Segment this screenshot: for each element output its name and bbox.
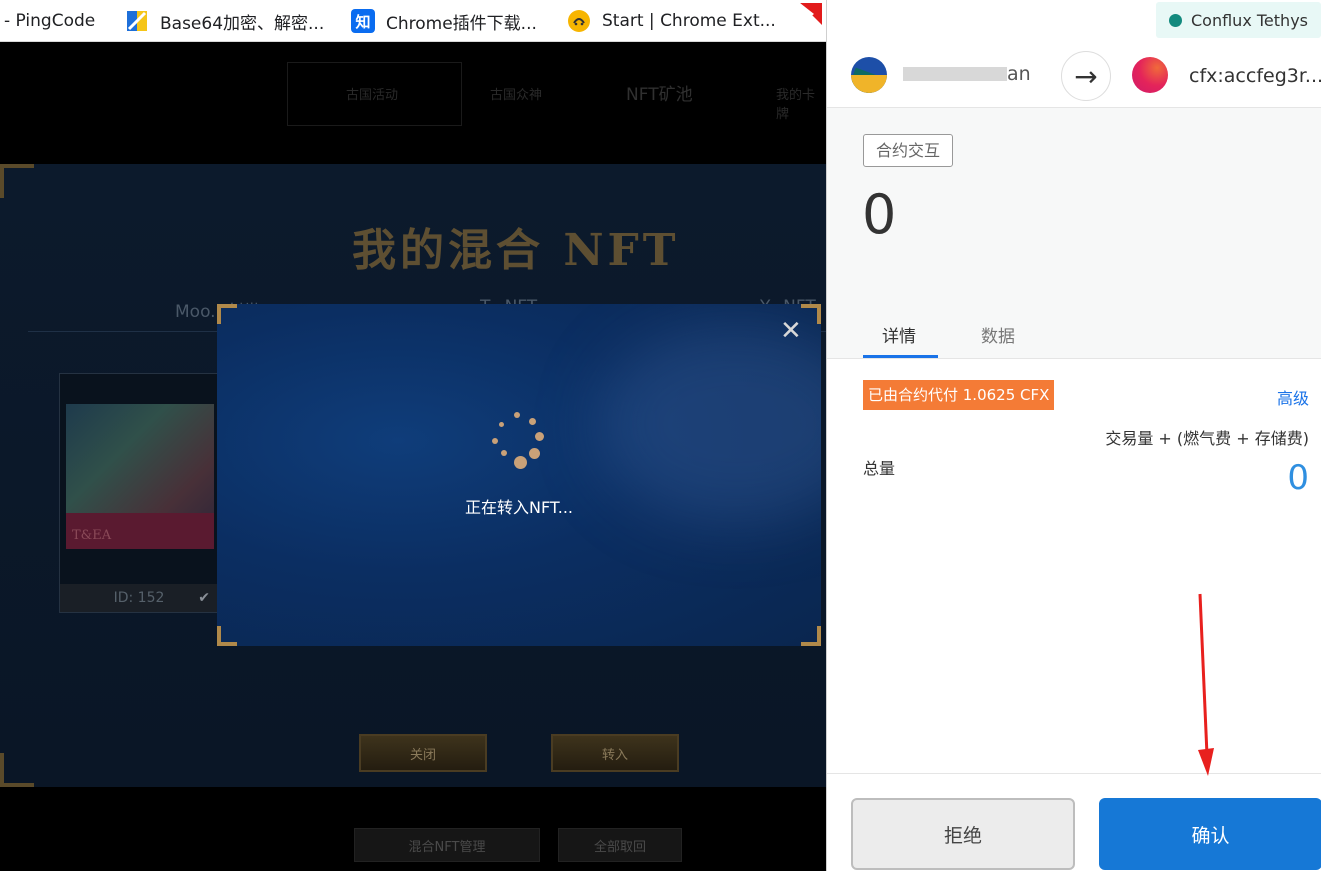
network-name: Conflux Tethys <box>1191 10 1308 30</box>
bookmark-chrome-plugins[interactable]: 知 Chrome插件下载... <box>351 0 537 42</box>
nft-id: ID: 152 <box>113 590 165 606</box>
annotation-arrow-icon <box>1198 593 1214 776</box>
sender-name-redacted <box>903 67 1007 81</box>
modal-corner <box>217 626 237 646</box>
transfer-modal: ✕ 正在转入NFT... <box>217 304 821 646</box>
game-page: 古国活动 古国众神 NFT矿池 我的卡牌 我的混合 NFT Moo...创世NF… <box>0 42 826 871</box>
bookmark-chrome-ext[interactable]: Start | Chrome Ext... <box>567 0 776 42</box>
sender-avatar <box>851 57 887 93</box>
total-label: 总量 <box>863 459 896 478</box>
modal-status: 正在转入NFT... <box>464 498 574 517</box>
close-icon[interactable]: ✕ <box>780 318 802 344</box>
recall-all-button[interactable]: 全部取回 <box>558 828 682 862</box>
recipient-avatar <box>1132 57 1168 93</box>
zhi-icon: 知 <box>351 9 375 33</box>
close-button[interactable]: 关闭 <box>359 734 487 772</box>
wallet-header: Conflux Tethys <box>827 0 1321 40</box>
wallet-footer: 拒绝 确认 <box>827 773 1321 871</box>
check-icon[interactable]: ✔ <box>198 590 210 606</box>
nft-card[interactable]: T&EA ID: 152 ✔ <box>59 373 219 613</box>
smiley-icon <box>567 9 591 33</box>
base64-icon <box>125 9 149 33</box>
bookmark-label: Chrome插件下载... <box>386 13 537 34</box>
bookmark-label: - PingCode <box>4 11 96 31</box>
tx-summary: 合约交互 0 <box>827 108 1321 358</box>
nav-item[interactable]: NFT矿池 <box>626 80 693 105</box>
total-formula: 交易量 + (燃气费 + 存储费) <box>1105 429 1309 448</box>
tx-type-badge: 合约交互 <box>863 134 954 167</box>
network-status-icon <box>1169 13 1182 27</box>
account-row: an → cfx:accfeg3r... <box>827 40 1321 108</box>
tab-data[interactable]: 数据 <box>981 322 1015 347</box>
bookmarks-bar: - PingCode Base64加密、解密... 知 Chrome插件下载..… <box>0 0 826 42</box>
manage-button[interactable]: 混合NFT管理 <box>354 828 540 862</box>
bookmark-pingcode[interactable]: - PingCode <box>4 0 95 42</box>
total-value: 0 <box>1287 458 1309 498</box>
transfer-button[interactable]: 转入 <box>551 734 679 772</box>
confirm-button[interactable]: 确认 <box>1099 798 1321 870</box>
tabs-divider <box>827 358 1321 359</box>
page-title: 我的混合 NFT <box>352 225 680 276</box>
sender-name: an <box>1007 63 1031 85</box>
bookmark-base64[interactable]: Base64加密、解密... <box>125 0 324 42</box>
modal-corner <box>801 626 821 646</box>
nft-image: T&EA <box>66 404 214 549</box>
nft-image-text: T&EA <box>72 528 112 543</box>
nav-item[interactable]: 古国众神 <box>490 84 542 103</box>
loading-spinner-icon <box>487 412 547 472</box>
recipient-address[interactable]: cfx:accfeg3r... <box>1189 65 1321 87</box>
bookmark-label: Base64加密、解密... <box>160 13 325 34</box>
bookmark-label: Start | Chrome Ext... <box>602 11 776 31</box>
wallet-popup: Conflux Tethys an → cfx:accfeg3r... 合约交互… <box>826 0 1321 871</box>
network-selector[interactable]: Conflux Tethys <box>1156 2 1321 38</box>
modal-corner <box>217 304 237 324</box>
overflow-bookmark-icon[interactable] <box>800 3 822 25</box>
arrow-right-icon: → <box>1061 51 1111 101</box>
nav-item[interactable]: 古国活动 <box>346 84 398 103</box>
nav-item[interactable]: 我的卡牌 <box>776 84 826 122</box>
reject-button[interactable]: 拒绝 <box>851 798 1075 870</box>
game-nav: 古国活动 古国众神 NFT矿池 我的卡牌 <box>0 42 826 162</box>
advanced-link[interactable]: 高级 <box>1277 385 1309 409</box>
modal-corner <box>801 304 821 324</box>
tab-details[interactable]: 详情 <box>882 322 916 347</box>
tx-amount: 0 <box>862 183 897 246</box>
sponsor-badge: 已由合约代付 1.0625 CFX <box>863 380 1055 410</box>
nft-card-footer: ID: 152 <box>60 584 218 612</box>
